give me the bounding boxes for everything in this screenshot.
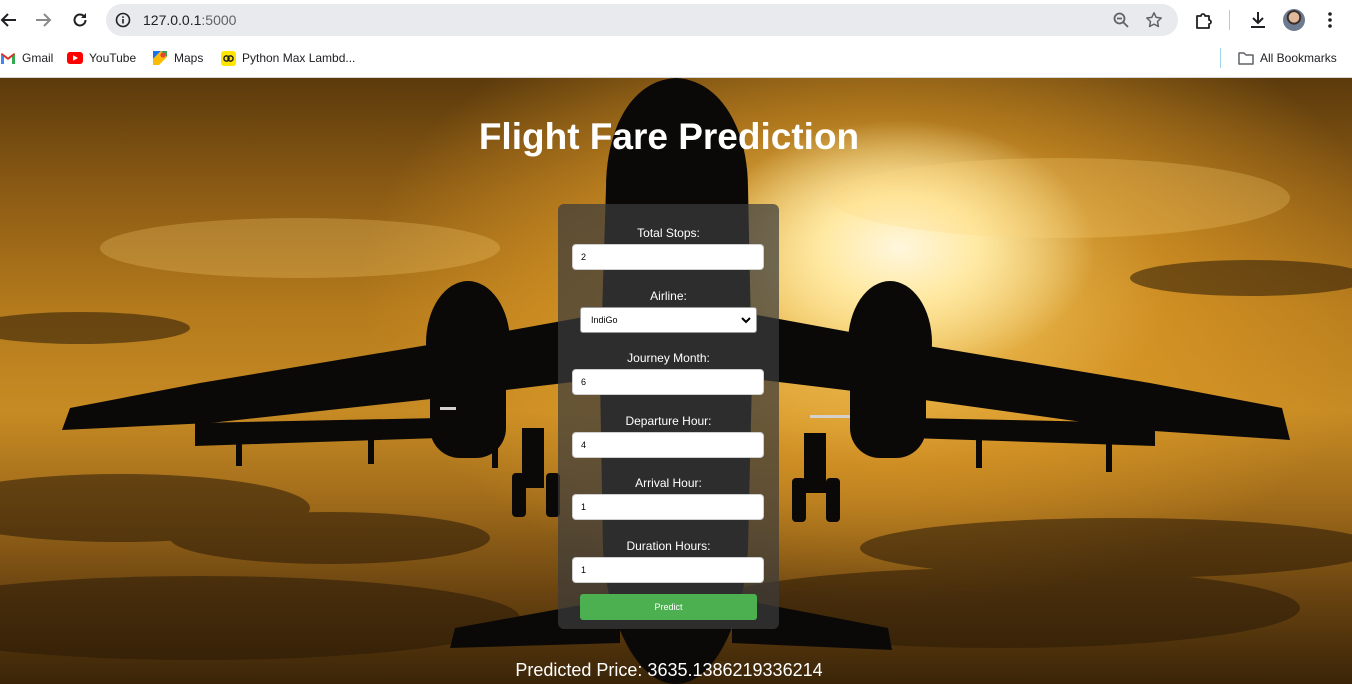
browser-menu-button[interactable] <box>1318 8 1342 32</box>
downloads-button[interactable] <box>1246 8 1270 32</box>
bookmarks-divider <box>1220 48 1221 68</box>
airline-selected-value: IndiGo <box>591 315 618 325</box>
site-info-icon <box>115 12 131 28</box>
address-bar[interactable]: 127.0.0.1:5000 <box>106 4 1178 36</box>
bookmarks-bar: Gmail YouTube Maps Python Max Lambd... A… <box>0 40 1352 78</box>
puzzle-icon <box>1196 13 1212 29</box>
bookmark-label: Maps <box>174 51 204 65</box>
journey-month-input[interactable]: 6 <box>572 369 764 395</box>
bookmark-gmail[interactable]: Gmail <box>0 49 53 67</box>
arrival-hour-input[interactable]: 1 <box>572 494 764 520</box>
all-bookmarks-button[interactable]: All Bookmarks <box>1238 49 1337 67</box>
back-button[interactable] <box>0 8 21 32</box>
arrival-hour-label: Arrival Hour: <box>635 476 702 490</box>
predicted-price-text: Predicted Price: 3635.1386219336214 <box>515 660 823 680</box>
page-background: Flight Fare Prediction Total Stops: 2 Ai… <box>0 78 1352 684</box>
bookmark-python-max[interactable]: Python Max Lambd... <box>220 49 355 67</box>
youtube-icon <box>67 50 83 66</box>
total-stops-input[interactable]: 2 <box>572 244 764 270</box>
folder-icon <box>1238 50 1254 66</box>
zoom-button[interactable] <box>1111 10 1131 30</box>
forward-arrow-icon <box>36 13 52 27</box>
forward-button[interactable] <box>31 8 55 32</box>
back-arrow-icon <box>0 13 16 27</box>
star-icon <box>1146 12 1162 28</box>
duration-hours-label: Duration Hours: <box>626 539 711 553</box>
airline-label: Airline: <box>650 289 687 303</box>
total-stops-label: Total Stops: <box>637 226 700 240</box>
reload-button[interactable] <box>68 8 92 32</box>
maps-icon <box>152 50 168 66</box>
airline-select[interactable]: IndiGo <box>580 307 757 333</box>
bookmark-label: Python Max Lambd... <box>242 51 356 65</box>
download-icon <box>1251 12 1265 28</box>
bookmark-youtube[interactable]: YouTube <box>67 49 136 67</box>
journey-month-label: Journey Month: <box>627 351 710 365</box>
prediction-form: Total Stops: 2 Airline: IndiGo Journey M… <box>558 204 779 629</box>
all-bookmarks-label: All Bookmarks <box>1260 51 1337 65</box>
bookmark-star-button[interactable] <box>1144 10 1164 30</box>
predict-button[interactable]: Predict <box>580 594 757 620</box>
url-text: 127.0.0.1:5000 <box>143 12 237 28</box>
bookmark-label: Gmail <box>22 51 54 65</box>
bookmark-label: YouTube <box>89 51 137 65</box>
reload-icon <box>73 13 87 27</box>
profile-avatar[interactable] <box>1283 9 1305 31</box>
toolbar-divider <box>1229 10 1230 30</box>
kebab-menu-icon <box>1328 12 1332 28</box>
extensions-button[interactable] <box>1192 8 1216 32</box>
duration-hours-input[interactable]: 1 <box>572 557 764 583</box>
python-max-icon <box>220 50 236 66</box>
page-title: Flight Fare Prediction <box>478 116 860 157</box>
zoom-icon <box>1113 12 1129 28</box>
departure-hour-label: Departure Hour: <box>625 414 712 428</box>
chevron-down-icon <box>741 317 751 324</box>
departure-hour-input[interactable]: 4 <box>572 432 764 458</box>
browser-toolbar: 127.0.0.1:5000 <box>0 0 1352 40</box>
gmail-icon <box>0 50 16 66</box>
bookmark-maps[interactable]: Maps <box>152 49 203 67</box>
